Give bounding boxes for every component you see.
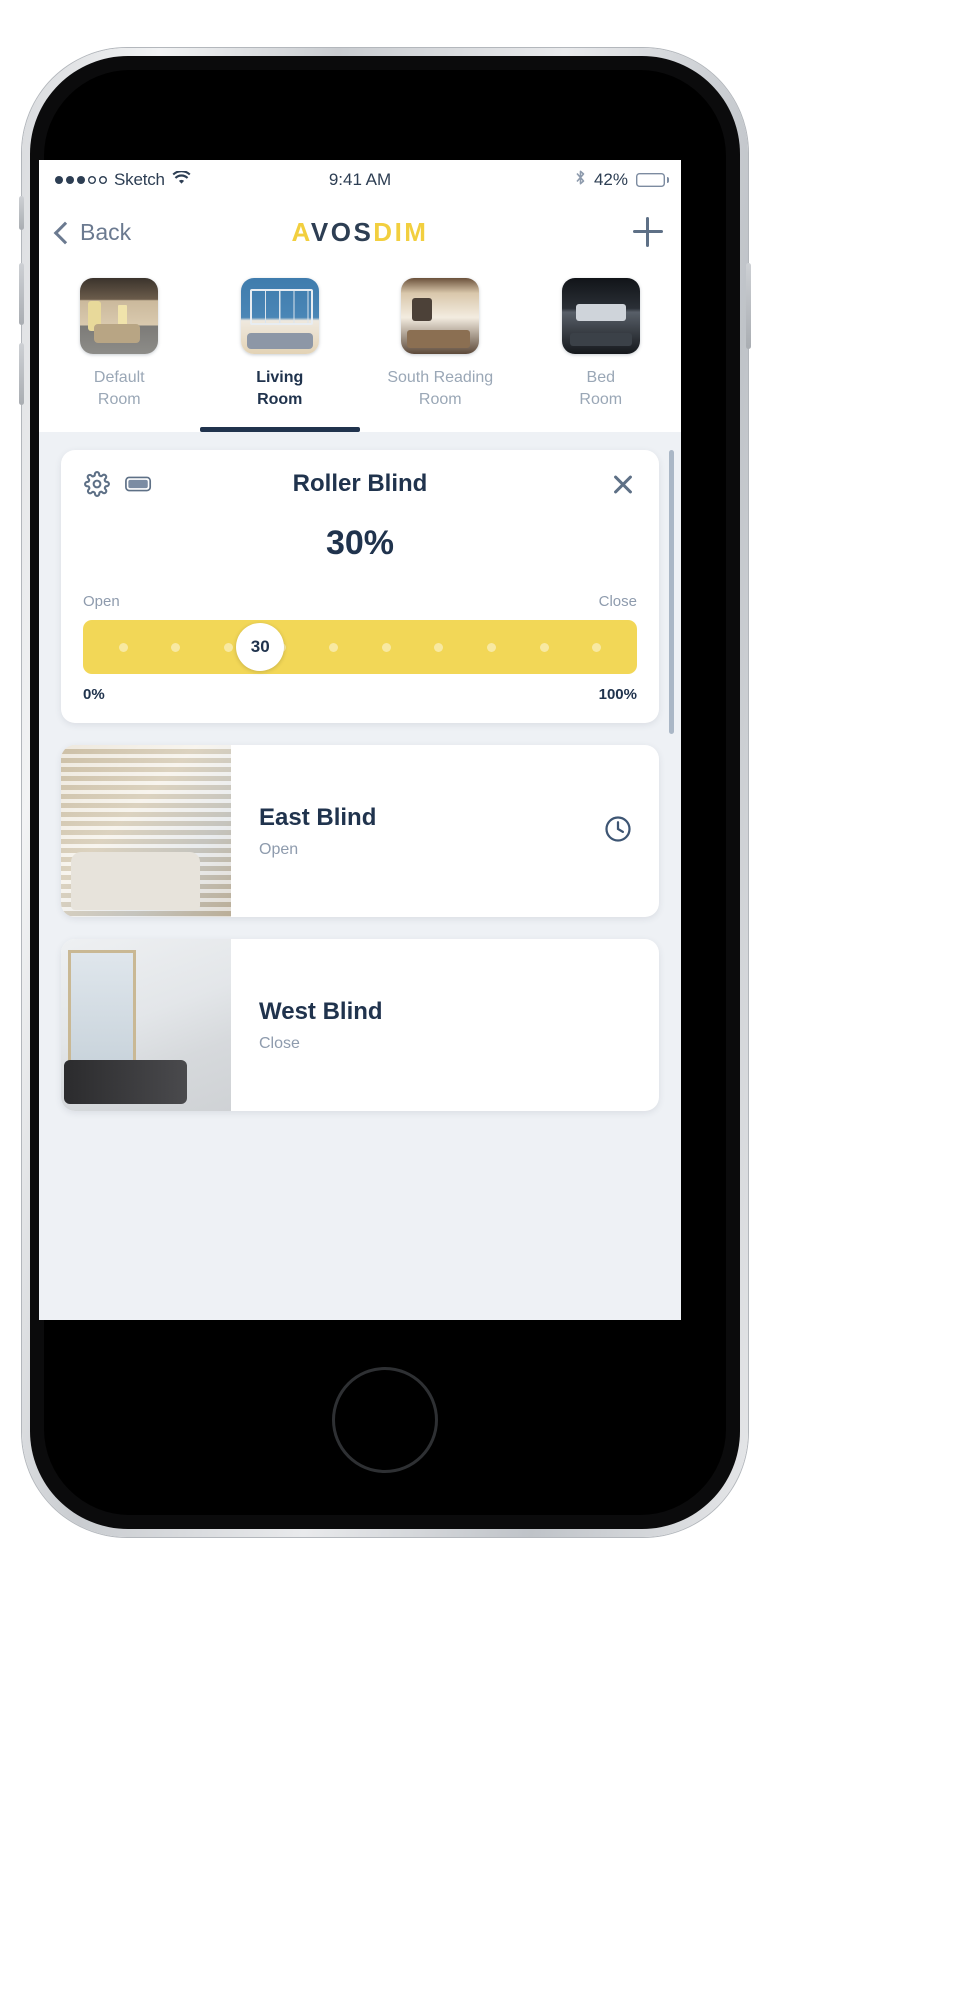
- device-thumbnail: [61, 939, 231, 1112]
- room-tab-living-room[interactable]: Living Room: [199, 278, 361, 433]
- carrier-name: Sketch: [114, 170, 165, 189]
- room-thumbnail: [240, 278, 319, 354]
- signal-strength-icon: [55, 176, 107, 184]
- room-thumbnail: [401, 278, 480, 354]
- slider-close-label: Close: [598, 593, 637, 611]
- volume-up-button[interactable]: [19, 263, 24, 325]
- device-name: East Blind: [259, 803, 377, 831]
- device-state: Close: [259, 1034, 300, 1052]
- room-tab-label: Living Room: [256, 369, 304, 408]
- close-icon[interactable]: [609, 470, 637, 498]
- device-thumbnail: [61, 745, 231, 918]
- device-card-west-blind[interactable]: West Blind Close: [61, 939, 659, 1112]
- add-device-button[interactable]: [633, 217, 663, 247]
- device-action-placeholder: [633, 939, 659, 1111]
- gear-icon[interactable]: [83, 470, 111, 498]
- bluetooth-icon: [575, 169, 586, 192]
- app-screen: Sketch 9:41 AM 42% Back AVOSDIM Default …: [39, 160, 681, 1320]
- room-tab-bed-room[interactable]: Bed Room: [521, 278, 682, 432]
- roller-blind-card: Roller Blind 30% Open Close 30 0% 100%: [61, 450, 659, 724]
- back-button[interactable]: Back: [53, 218, 132, 246]
- battery-percent-label: 42%: [593, 170, 628, 189]
- vertical-scrollbar[interactable]: [669, 450, 674, 735]
- clock-icon: [603, 814, 633, 849]
- app-logo: AVOSDIM: [39, 217, 681, 248]
- device-info: West Blind Close: [231, 939, 633, 1111]
- chevron-left-icon: [53, 221, 77, 244]
- power-button[interactable]: [746, 263, 751, 349]
- position-slider[interactable]: 30: [83, 620, 637, 675]
- back-button-label: Back: [80, 218, 132, 245]
- room-tab-label: Default Room: [93, 369, 145, 408]
- room-thumbnail: [80, 278, 159, 354]
- navigation-bar: Back AVOSDIM: [39, 200, 681, 264]
- device-card-east-blind[interactable]: East Blind Open: [61, 745, 659, 918]
- device-name: West Blind: [259, 997, 383, 1025]
- slider-min-label: 0%: [83, 686, 105, 704]
- room-tab-south-reading-room[interactable]: South Reading Room: [360, 278, 521, 432]
- device-state: Open: [259, 840, 299, 858]
- room-tab-label: Bed Room: [579, 369, 623, 408]
- volume-down-button[interactable]: [19, 343, 24, 405]
- room-tab-default-room[interactable]: Default Room: [39, 278, 200, 432]
- room-thumbnail: [561, 278, 640, 354]
- roller-blind-slider-section: Open Close 30 0% 100%: [61, 593, 659, 723]
- slider-ticks: [83, 620, 637, 674]
- screenshot-stage: Sketch 9:41 AM 42% Back AVOSDIM Default …: [0, 0, 969, 1993]
- logo-letters-dim: DIM: [373, 216, 429, 247]
- logo-letters-vos: VOS: [310, 216, 374, 247]
- battery-icon: [125, 470, 153, 498]
- status-bar: Sketch 9:41 AM 42%: [39, 160, 681, 200]
- logo-letter-a: A: [291, 216, 311, 247]
- room-tabs: Default Room Living Room South Reading Room: [39, 264, 682, 433]
- roller-blind-header: Roller Blind: [61, 450, 659, 498]
- battery-icon: [636, 173, 669, 187]
- device-list: Roller Blind 30% Open Close 30 0% 100% E…: [39, 432, 681, 1316]
- home-button[interactable]: [332, 1367, 438, 1473]
- silent-switch[interactable]: [19, 196, 24, 230]
- status-bar-right: 42%: [575, 169, 669, 192]
- slider-max-label: 100%: [598, 686, 637, 704]
- slider-thumb[interactable]: 30: [236, 623, 285, 672]
- device-info: East Blind Open: [231, 745, 603, 917]
- status-bar-left: Sketch: [55, 170, 191, 190]
- wifi-icon: [172, 170, 191, 190]
- slider-endpoint-labels: Open Close: [83, 593, 637, 610]
- schedule-button[interactable]: [603, 745, 659, 917]
- roller-blind-percent: 30%: [325, 524, 395, 563]
- slider-range-labels: 0% 100%: [83, 686, 637, 703]
- room-tab-label: South Reading Room: [387, 369, 494, 408]
- slider-open-label: Open: [83, 593, 120, 611]
